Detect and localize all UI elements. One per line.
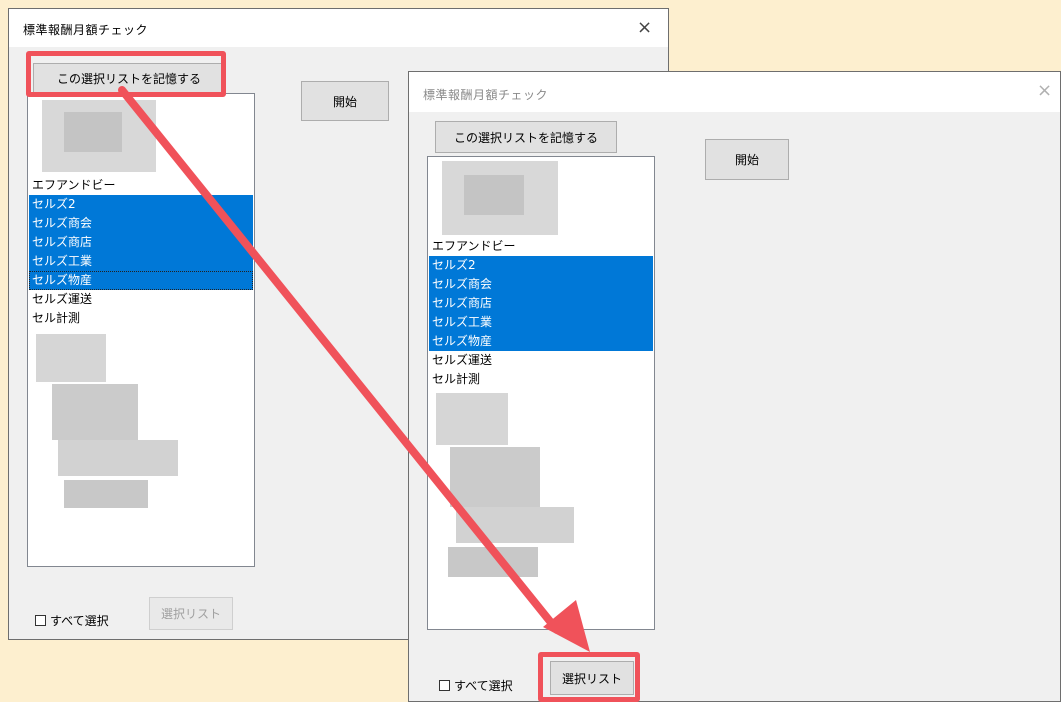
company-listbox[interactable]: エフアンドビー セルズ2 セルズ商会 セルズ商店 セルズ工業 セルズ物産 セルズ… — [27, 93, 255, 567]
list-item[interactable]: セルズ2 — [429, 256, 653, 275]
checkbox-box[interactable] — [439, 680, 450, 691]
list-item[interactable]: セルズ運送 — [29, 290, 253, 309]
list-item[interactable]: セル計測 — [429, 370, 653, 389]
redacted-items — [464, 175, 524, 215]
list-item[interactable]: セルズ工業 — [29, 252, 253, 271]
list-item[interactable]: セルズ商会 — [29, 214, 253, 233]
redacted-items — [58, 440, 178, 476]
select-list-button[interactable]: 選択リスト — [149, 597, 233, 630]
remember-button-highlight — [26, 51, 226, 97]
company-listbox[interactable]: エフアンドビー セルズ2 セルズ商会 セルズ商店 セルズ工業 セルズ物産 セルズ… — [427, 156, 655, 630]
start-button[interactable]: 開始 — [705, 139, 789, 180]
redacted-items — [52, 384, 138, 440]
checkbox-box[interactable] — [35, 615, 46, 626]
redacted-items — [456, 507, 574, 543]
list-item[interactable]: セルズ商店 — [29, 233, 253, 252]
list-item[interactable]: セルズ運送 — [429, 351, 653, 370]
list-item[interactable]: セルズ工業 — [429, 313, 653, 332]
list-item[interactable]: セルズ2 — [29, 195, 253, 214]
select-all-checkbox[interactable]: すべて選択 — [439, 677, 513, 694]
select-all-label: すべて選択 — [50, 614, 109, 628]
select-all-label: すべて選択 — [454, 679, 513, 693]
title-bar: 標準報酬月額チェック × — [409, 72, 1060, 112]
list-item[interactable]: セルズ物産 — [429, 332, 653, 351]
title-bar: 標準報酬月額チェック × — [9, 9, 668, 47]
select-list-button-highlight — [538, 652, 640, 702]
list-item[interactable]: セルズ商店 — [429, 294, 653, 313]
select-all-checkbox[interactable]: すべて選択 — [35, 612, 109, 629]
list-item[interactable]: セルズ物産 — [29, 271, 253, 290]
redacted-items — [436, 393, 508, 445]
close-icon[interactable]: × — [1037, 82, 1052, 100]
redacted-items — [64, 112, 122, 152]
redacted-items — [448, 547, 538, 577]
list-item[interactable]: セル計測 — [29, 309, 253, 328]
front-dialog: 標準報酬月額チェック × この選択リストを記憶する 開始 エフアンドビー セルズ… — [408, 71, 1061, 702]
close-icon[interactable]: × — [637, 19, 652, 37]
start-button[interactable]: 開始 — [301, 81, 389, 121]
redacted-items — [64, 480, 148, 508]
window-title: 標準報酬月額チェック — [23, 23, 149, 37]
redacted-items — [36, 334, 106, 382]
list-item[interactable]: エフアンドビー — [429, 237, 653, 256]
redacted-items — [450, 447, 540, 507]
remember-list-button[interactable]: この選択リストを記憶する — [435, 121, 617, 153]
list-item[interactable]: エフアンドビー — [29, 176, 253, 195]
window-title: 標準報酬月額チェック — [423, 88, 549, 102]
list-item[interactable]: セルズ商会 — [429, 275, 653, 294]
